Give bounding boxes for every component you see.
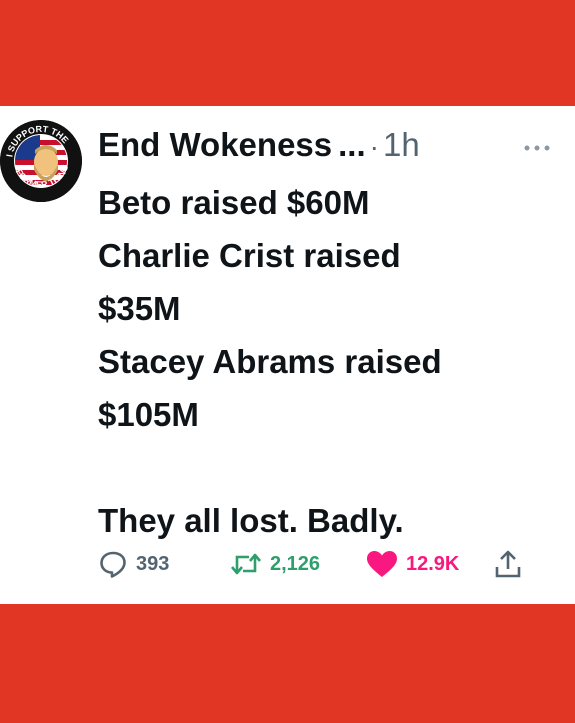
name-ellipsis: ... — [338, 126, 366, 163]
more-button[interactable] — [523, 132, 551, 158]
tweet-line: Charlie Crist raised — [98, 237, 401, 274]
timestamp[interactable]: 1h — [383, 126, 420, 164]
like-count: 12.9K — [406, 552, 460, 575]
tweet-line: Stacey Abrams raised — [98, 343, 442, 380]
share-icon — [495, 550, 521, 578]
background-top — [0, 0, 575, 110]
tweet-line: $35M — [98, 290, 181, 327]
tweet-line: Beto raised $60M — [98, 184, 370, 221]
tweet-text: Beto raised $60M Charlie Crist raised $3… — [98, 176, 538, 547]
share-button[interactable] — [494, 546, 522, 582]
reply-icon — [100, 551, 126, 578]
author-name[interactable]: End Wokeness — [98, 126, 332, 164]
tweet-line: $105M — [98, 396, 199, 433]
more-horizontal-icon — [524, 145, 550, 151]
reply-button[interactable]: 393 — [98, 546, 169, 582]
tweet-header: End Wokeness ... · 1h — [98, 126, 420, 166]
retweet-button[interactable]: 2,126 — [230, 546, 320, 582]
separator-dot: · — [369, 131, 379, 162]
tweet-line: They all lost. Badly. — [98, 502, 404, 539]
avatar[interactable]: I SUPPORT THE FORMER THINGS — [0, 120, 82, 202]
tweet-card[interactable]: I SUPPORT THE FORMER THINGS End Wokeness… — [0, 106, 575, 604]
heart-icon — [367, 551, 397, 577]
tweet-actions: 393 2,126 12.9K — [98, 546, 538, 582]
like-button[interactable]: 12.9K — [366, 546, 459, 582]
retweet-icon — [231, 553, 261, 575]
reply-count: 393 — [136, 552, 170, 575]
avatar-image: I SUPPORT THE FORMER THINGS — [0, 120, 82, 202]
retweet-count: 2,126 — [270, 552, 321, 575]
